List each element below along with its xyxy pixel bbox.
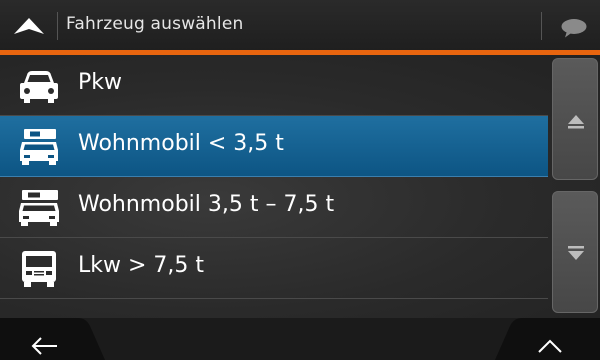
car-icon [20, 71, 58, 103]
vehicle-label: Pkw [78, 70, 122, 95]
list-item-lkw[interactable]: Lkw > 7,5 t [0, 238, 548, 299]
vehicle-list: Pkw Wohnmobil < 3,5 t Wohnmobil 3,5 t – … [0, 55, 548, 299]
list-item-pkw[interactable]: Pkw [0, 55, 548, 116]
vehicle-label: Wohnmobil < 3,5 t [78, 131, 284, 156]
scroll-up-icon [568, 115, 584, 129]
camper-large-icon [19, 190, 59, 226]
expand-button[interactable] [495, 318, 600, 360]
page-title: Fahrzeug auswählen [66, 14, 244, 34]
vehicle-label: Lkw > 7,5 t [78, 253, 205, 278]
scroll-down-button[interactable] [552, 191, 598, 313]
scroll-down-icon [568, 246, 584, 260]
back-button[interactable] [0, 318, 105, 360]
navigation-arrow-icon[interactable] [14, 18, 44, 34]
header-divider [541, 12, 542, 40]
truck-icon [22, 251, 56, 287]
header-divider [57, 12, 58, 40]
vehicle-list-area: Pkw Wohnmobil < 3,5 t Wohnmobil 3,5 t – … [0, 55, 600, 318]
header-bar: Fahrzeug auswählen [0, 0, 600, 50]
camper-small-icon [20, 129, 58, 165]
vehicle-label: Wohnmobil 3,5 t – 7,5 t [78, 192, 335, 217]
footer-bar [0, 318, 600, 360]
list-item-wohnmobil-small[interactable]: Wohnmobil < 3,5 t [0, 116, 548, 177]
scroll-up-button[interactable] [552, 58, 598, 180]
speech-bubble-icon[interactable] [560, 18, 588, 38]
list-item-wohnmobil-large[interactable]: Wohnmobil 3,5 t – 7,5 t [0, 177, 548, 238]
